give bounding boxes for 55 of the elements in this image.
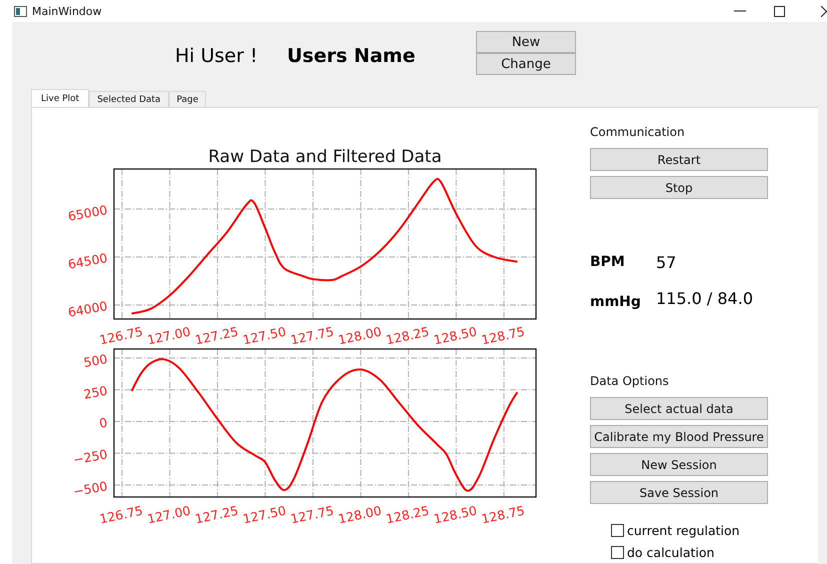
- checkbox[interactable]: [611, 524, 624, 536]
- close-icon[interactable]: [821, 6, 827, 16]
- reading-value: 57: [656, 252, 676, 272]
- tick-label: 0: [98, 414, 109, 431]
- tick-label: 127.50: [241, 502, 288, 526]
- checkbox-label: current regulation: [627, 522, 740, 538]
- chart-title: Raw Data and Filtered Data: [208, 147, 442, 167]
- tab[interactable]: Live Plot: [31, 89, 90, 107]
- tick-label: 128.75: [480, 324, 526, 347]
- maximize-icon[interactable]: [774, 6, 785, 16]
- section-label: Communication: [590, 125, 685, 141]
- reading-label: mmHg: [590, 294, 642, 310]
- tick-label: 126.75: [98, 324, 144, 347]
- minimize-icon[interactable]: [734, 10, 746, 12]
- reading-label: BPM: [590, 254, 626, 270]
- user-button[interactable]: Change: [476, 53, 576, 75]
- tick-label: −250: [72, 446, 109, 468]
- tick-label: 126.75: [98, 502, 144, 526]
- user-name: Users Name: [287, 45, 416, 67]
- app-icon: [14, 6, 27, 16]
- tick-label: −500: [72, 478, 109, 499]
- tick-label: 64000: [66, 298, 109, 320]
- tick-label: 127.75: [289, 324, 335, 347]
- user-button[interactable]: New: [476, 31, 576, 53]
- window-title: MainWindow: [32, 4, 102, 18]
- communication-button[interactable]: Stop: [590, 176, 768, 199]
- tick-label: 127.00: [146, 502, 192, 526]
- data-option-button[interactable]: Select actual data: [590, 397, 768, 420]
- tick-label: 250: [82, 382, 109, 402]
- tick-label: 127.00: [146, 324, 192, 347]
- communication-button[interactable]: Restart: [590, 148, 768, 171]
- tick-label: 127.50: [241, 324, 288, 347]
- data-option-button[interactable]: Calibrate my Blood Pressure: [590, 425, 768, 448]
- tick-label: 64500: [66, 250, 109, 272]
- greeting-text: Hi User !: [175, 45, 259, 67]
- reading-value: 115.0 / 84.0: [656, 288, 753, 308]
- tab[interactable]: Selected Data: [89, 91, 169, 107]
- tick-label: 128.00: [336, 324, 383, 347]
- checkbox-label: do calculation: [627, 544, 714, 560]
- checkbox[interactable]: [611, 546, 624, 558]
- tick-label: 127.25: [194, 502, 240, 526]
- tick-label: 128.25: [384, 502, 430, 526]
- tick-label: 128.00: [336, 502, 383, 526]
- tick-label: 128.25: [384, 324, 430, 347]
- tick-label: 500: [82, 351, 109, 370]
- data-option-button[interactable]: Save Session: [590, 481, 768, 504]
- tick-label: 128.50: [432, 324, 478, 347]
- section-label: Data Options: [590, 374, 669, 390]
- tick-label: 127.75: [289, 502, 335, 526]
- tab[interactable]: Page: [168, 91, 206, 107]
- tick-label: 128.75: [480, 502, 526, 526]
- tick-label: 128.50: [432, 502, 478, 526]
- tick-label: 65000: [66, 202, 109, 224]
- data-option-button[interactable]: New Session: [590, 453, 768, 476]
- tick-label: 127.25: [194, 324, 240, 347]
